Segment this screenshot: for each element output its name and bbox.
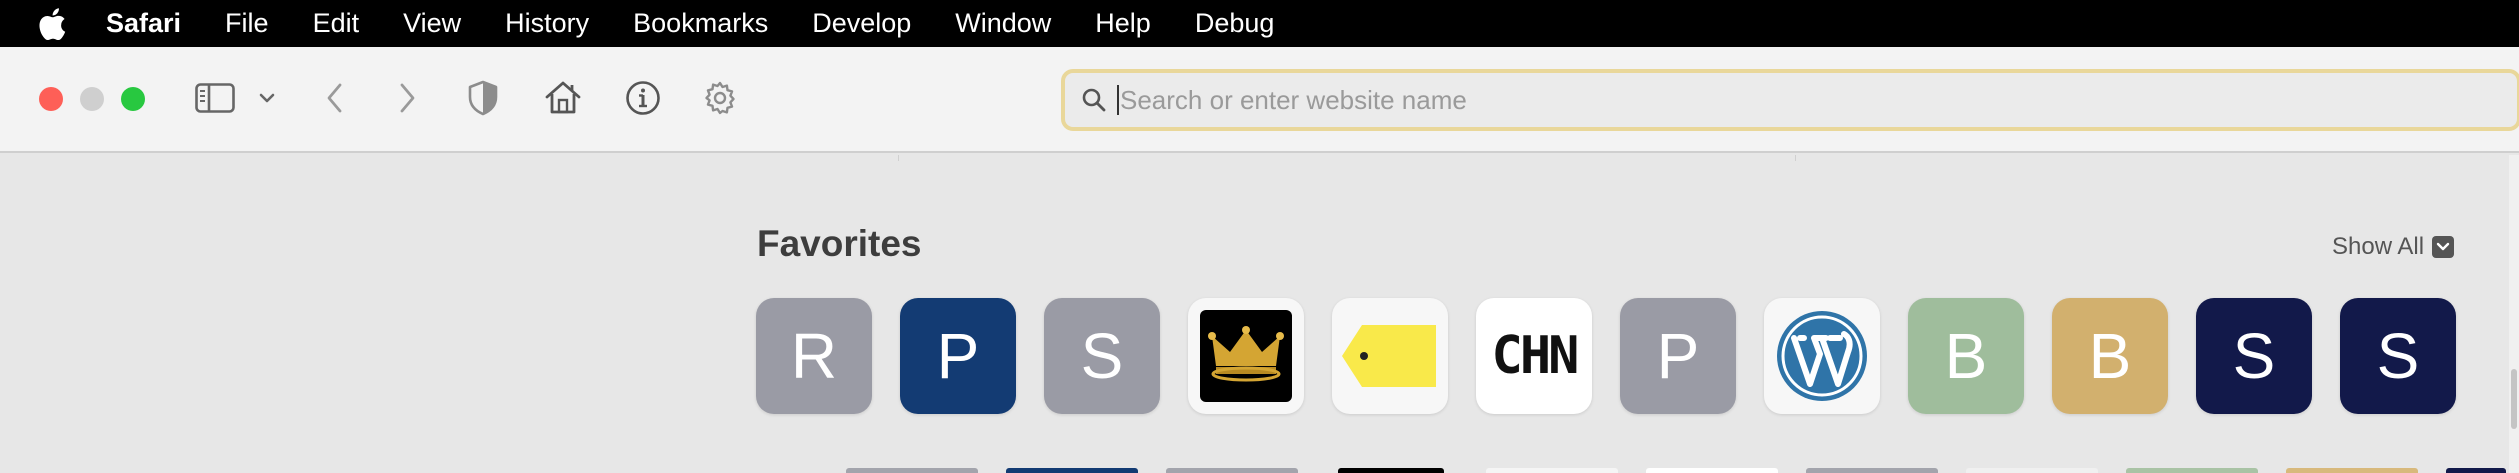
wordpress-icon	[1777, 311, 1867, 401]
gear-icon[interactable]	[702, 80, 738, 116]
menu-view[interactable]: View	[403, 8, 461, 39]
menu-help[interactable]: Help	[1095, 8, 1151, 39]
menu-edit[interactable]: Edit	[313, 8, 360, 39]
shield-icon[interactable]	[467, 80, 499, 116]
menu-debug[interactable]: Debug	[1195, 8, 1275, 39]
menu-develop[interactable]: Develop	[812, 8, 911, 39]
favorite-tile[interactable]	[1188, 298, 1304, 414]
favorite-tile[interactable]: CHN	[1476, 298, 1592, 414]
chevron-down-icon	[2432, 236, 2455, 258]
address-bar[interactable]	[1061, 69, 2519, 131]
home-icon[interactable]	[544, 79, 582, 115]
favorite-letter: B	[2088, 320, 2132, 392]
frequently-visited-peek	[2286, 468, 2418, 473]
favorite-tile[interactable]: S	[1044, 298, 1160, 414]
apple-logo-icon[interactable]	[38, 7, 68, 41]
favorite-letter: B	[1944, 320, 1988, 392]
frequently-visited-peek	[2126, 468, 2258, 473]
back-icon[interactable]	[325, 82, 345, 114]
tab-divider	[898, 155, 899, 161]
menu-history[interactable]: History	[505, 8, 589, 39]
address-input[interactable]	[1120, 84, 2420, 116]
favorite-tile[interactable]: S	[2340, 298, 2456, 414]
frequently-visited-peek	[2446, 468, 2506, 473]
minimize-window-button[interactable]	[80, 87, 104, 111]
favorite-tile[interactable]: P	[1620, 298, 1736, 414]
favorite-tile[interactable]	[1332, 298, 1448, 414]
zoom-window-button[interactable]	[121, 87, 145, 111]
frequently-visited-peek	[1486, 468, 1618, 473]
menu-bar: Safari File Edit View History Bookmarks …	[0, 0, 2519, 47]
favorite-tile[interactable]: R	[756, 298, 872, 414]
favorite-tile[interactable]: B	[2052, 298, 2168, 414]
favorite-tile[interactable]: S	[2196, 298, 2312, 414]
forward-icon[interactable]	[397, 82, 417, 114]
close-window-button[interactable]	[39, 87, 63, 111]
frequently-visited-peek	[1966, 468, 2098, 473]
favorite-tile[interactable]: B	[1908, 298, 2024, 414]
frequently-visited-peek	[1006, 468, 1138, 473]
frequently-visited-peek	[846, 468, 978, 473]
favorite-letter: P	[936, 320, 980, 392]
tab-divider	[1795, 155, 1796, 161]
favorite-letter: P	[1656, 320, 1700, 392]
scrollbar-thumb[interactable]	[2511, 369, 2517, 429]
frequently-visited-peek	[1646, 468, 1778, 473]
menu-app-name[interactable]: Safari	[106, 8, 181, 39]
show-all-button[interactable]: Show All	[2332, 233, 2455, 261]
menu-window[interactable]: Window	[955, 8, 1051, 39]
favorite-tile[interactable]: P	[900, 298, 1016, 414]
frequently-visited-peek	[1166, 468, 1298, 473]
frequently-visited-peek	[1338, 468, 1444, 473]
browser-toolbar	[0, 47, 2519, 153]
crown-icon	[1200, 310, 1292, 402]
favorite-letter: R	[790, 320, 838, 392]
chn-logo: CHN	[1491, 326, 1580, 386]
start-page: Favorites Show All R P S CHN P B B S S	[0, 155, 2519, 473]
chevron-down-icon[interactable]	[258, 91, 276, 105]
menu-file[interactable]: File	[225, 8, 269, 39]
favorites-heading: Favorites	[757, 223, 922, 264]
favorite-tile[interactable]	[1764, 298, 1880, 414]
favorite-letter: S	[1080, 320, 1124, 392]
show-all-label: Show All	[2332, 233, 2425, 260]
frequently-visited-peek	[1806, 468, 1938, 473]
sidebar-icon[interactable]	[195, 83, 235, 113]
search-icon	[1082, 88, 1106, 112]
favorite-letter: S	[2376, 320, 2420, 392]
favorite-letter: S	[2232, 320, 2276, 392]
text-caret	[1117, 85, 1119, 115]
price-tag-icon	[1342, 325, 1436, 387]
info-icon[interactable]	[625, 80, 661, 116]
menu-bookmarks[interactable]: Bookmarks	[633, 8, 768, 39]
